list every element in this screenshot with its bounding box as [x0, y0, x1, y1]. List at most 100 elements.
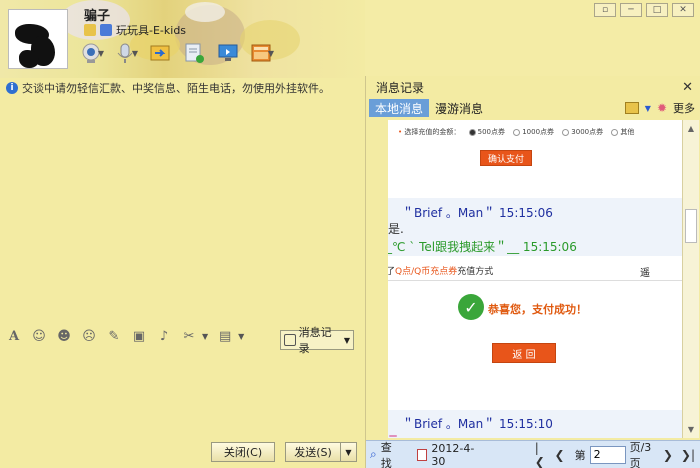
search-button[interactable]: 查找 — [381, 439, 399, 468]
send-button[interactable]: 发送(S) ▼ — [285, 442, 357, 462]
history-panel-title: 消息记录 — [376, 80, 425, 95]
radio-icon — [611, 128, 619, 136]
apps-button[interactable]: ▼ — [248, 40, 276, 66]
first-page-icon[interactable]: |❮ — [533, 441, 549, 468]
font-icon[interactable]: A — [6, 328, 22, 344]
return-button: 返 回 — [492, 343, 556, 363]
chevron-down-icon[interactable]: ▼ — [98, 49, 104, 58]
more-button[interactable]: 更多 — [673, 100, 695, 116]
payment-option: 1000点券 — [522, 128, 555, 136]
chat-window: 骗子 玩玩具-E-kids ▼ ▼ ▼ i 交谈中请勿轻信汇款、中奖信息、陌生电… — [0, 0, 365, 468]
input-toolbar: A ☺ ☻ ☹ ✎ ▣ ♪ ✂ ▼ ▤ ▼ — [6, 328, 244, 344]
message-list-scrollbar[interactable]: ▲ ▼ — [682, 120, 699, 438]
check-icon: ✓ — [458, 294, 484, 320]
export-icon[interactable] — [624, 102, 639, 114]
page-suffix: 页/3页 — [629, 440, 652, 468]
close-window-button[interactable]: ✕ — [672, 3, 694, 17]
topline-link: Q点/Q币充点券 — [395, 267, 458, 277]
message-history-button[interactable]: 消息记录 ▼ — [280, 326, 354, 355]
banner-decoration — [185, 2, 225, 22]
close-button[interactable]: 关闭(C) — [211, 442, 275, 462]
vip-crown-icon — [84, 24, 96, 36]
chevron-down-icon[interactable]: ▼ — [238, 332, 244, 341]
video-call-button[interactable]: ▼ — [78, 40, 106, 66]
send-options-chevron-icon[interactable]: ▼ — [340, 443, 356, 461]
payment-option: 其他 — [620, 128, 635, 136]
screenshot-scissors-icon[interactable]: ✂ — [181, 328, 197, 344]
maximize-button[interactable]: □ — [646, 3, 668, 17]
radio-icon — [468, 128, 476, 136]
message-text: = — [388, 430, 399, 438]
message-header: __℃ ` Tel跟我拽起来＂__ 15:15:06 — [388, 240, 577, 254]
contact-status-text: 玩玩具-E-kids — [116, 24, 187, 37]
edit-icon[interactable]: ✎ — [106, 328, 122, 344]
message-image-payment[interactable]: • 选择充值的金额： 500点券 1000点券 3000点券 其他 确认支付 — [388, 120, 682, 198]
window-controls: ▫ ─ □ ✕ — [594, 3, 694, 17]
settings-gear-icon[interactable]: ✹ — [657, 101, 667, 115]
wink-icon[interactable]: ☹ — [81, 328, 97, 344]
scroll-down-icon[interactable]: ▼ — [684, 422, 698, 436]
message-image-success[interactable]: 了Q点/Q币充点券充值方式 遥 ✓ 恭喜您，支付成功！ 返 回 — [388, 256, 682, 410]
chevron-down-icon[interactable]: ▼ — [132, 49, 138, 58]
scroll-up-icon[interactable]: ▲ — [684, 121, 698, 135]
payment-option: 3000点券 — [571, 128, 604, 136]
radio-icon — [513, 128, 521, 136]
history-panel-header: 消息记录 ✕ — [366, 76, 700, 98]
emoji-icon[interactable]: ☺ — [31, 328, 47, 344]
message-input[interactable] — [0, 352, 365, 438]
history-date[interactable]: 2012-4-30 — [431, 442, 478, 468]
clock-icon — [284, 334, 296, 346]
safety-notice: i 交谈中请勿轻信汇款、中奖信息、陌生电话，勿使用外挂软件。 — [6, 80, 330, 96]
chevron-down-icon[interactable]: ▼ — [268, 49, 274, 58]
signature-icon — [100, 24, 112, 36]
history-tabs: 本地消息 漫游消息 ▼ ✹ 更多 — [366, 98, 700, 118]
message-header: ＂Brief 。Man＂ 15:15:06 — [402, 206, 553, 220]
search-icon[interactable]: ⌕ — [370, 447, 377, 462]
topline-right: 遥 — [640, 268, 650, 279]
calendar-icon[interactable] — [417, 448, 428, 461]
divider — [388, 280, 682, 281]
music-icon[interactable]: ♪ — [156, 328, 172, 344]
contact-status-row: 玩玩具-E-kids — [84, 22, 186, 38]
send-button-label: 发送(S) — [294, 446, 332, 459]
avatar-shape — [19, 50, 39, 68]
avatar[interactable] — [8, 9, 68, 69]
tab-roaming-messages[interactable]: 漫游消息 — [429, 99, 489, 117]
chevron-down-icon[interactable]: ▼ — [645, 104, 651, 113]
monitor-icon — [218, 44, 238, 61]
minimize-icon: ─ — [628, 5, 634, 15]
message-text: 是. — [388, 222, 404, 236]
magic-face-icon[interactable]: ☻ — [56, 328, 72, 344]
message-header: ＂Brief 。Man＂ 15:15:10 — [402, 417, 553, 431]
create-group-button[interactable] — [180, 40, 208, 66]
maximize-icon: □ — [652, 5, 662, 15]
send-file-icon — [150, 45, 170, 61]
skin-button[interactable]: ▫ — [594, 3, 616, 17]
history-navigation-bar: ⌕ 查找 2012-4-30 |❮ ❮ 第 页/3页 ❯ ❯| — [366, 440, 700, 468]
chevron-down-icon: ▼ — [343, 335, 350, 345]
scrollbar-thumb[interactable] — [685, 209, 697, 243]
minimize-button[interactable]: ─ — [620, 3, 642, 17]
message-list: • 选择充值的金额： 500点券 1000点券 3000点券 其他 确认支付 ＂… — [388, 120, 682, 438]
history-tools: ▼ ✹ 更多 — [624, 100, 700, 116]
page-number-input[interactable] — [589, 445, 626, 464]
send-file-button[interactable] — [146, 40, 174, 66]
image-icon[interactable]: ▣ — [131, 328, 147, 344]
topline-prefix: 了 — [388, 267, 396, 277]
next-page-icon[interactable]: ❯ — [661, 448, 675, 462]
success-topline: 了Q点/Q币充点券充值方式 — [388, 264, 493, 277]
chevron-down-icon[interactable]: ▼ — [202, 332, 208, 341]
remote-assist-button[interactable] — [214, 40, 242, 66]
tab-local-messages[interactable]: 本地消息 — [369, 99, 430, 117]
safety-notice-text: 交谈中请勿轻信汇款、中奖信息、陌生电话，勿使用外挂软件。 — [22, 82, 330, 95]
success-message: 恭喜您，支付成功！ — [488, 303, 587, 316]
last-page-icon[interactable]: ❯| — [679, 448, 697, 462]
briefcase-icon[interactable]: ▤ — [217, 328, 233, 344]
voice-call-button[interactable]: ▼ — [112, 40, 140, 66]
previous-page-icon[interactable]: ❮ — [553, 448, 567, 462]
close-icon[interactable]: ✕ — [682, 80, 693, 95]
info-icon: i — [6, 82, 18, 94]
topline-suffix: 充值方式 — [457, 267, 494, 277]
chat-toolbar: ▼ ▼ ▼ — [78, 40, 276, 66]
payment-option: 500点券 — [477, 128, 505, 136]
